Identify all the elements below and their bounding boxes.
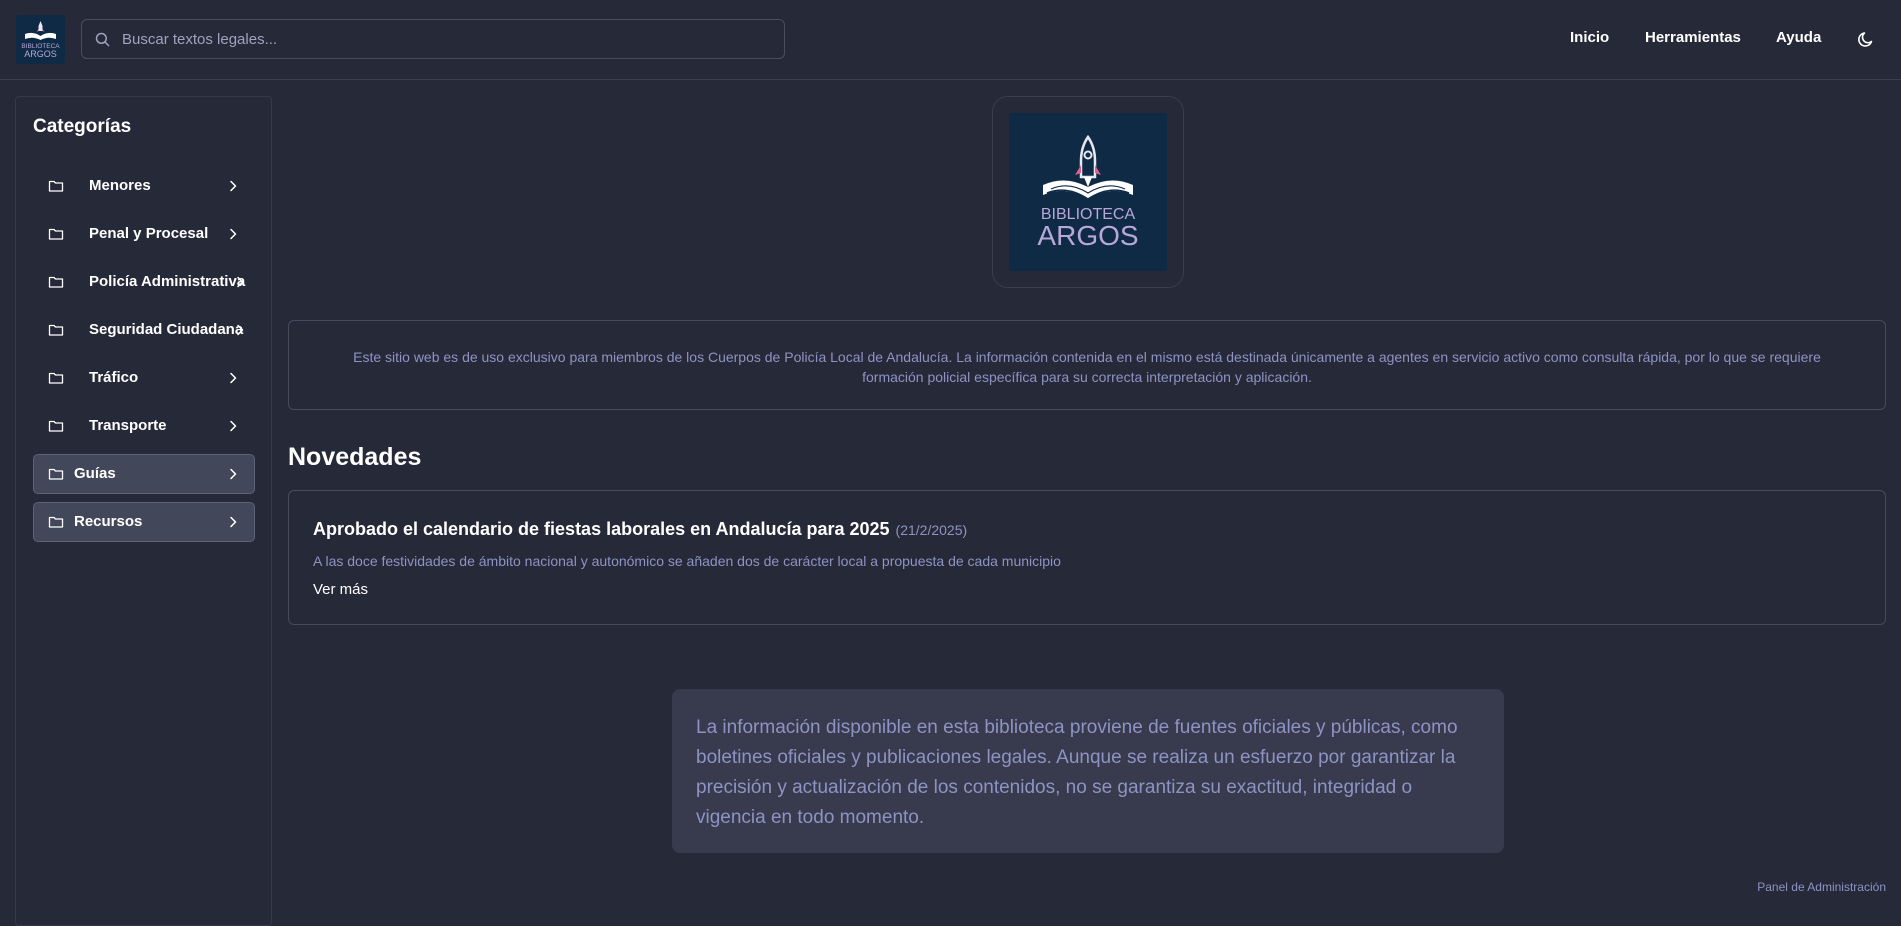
svg-text:ARGOS: ARGOS (1037, 220, 1138, 251)
folder-icon (48, 420, 64, 432)
folder-icon (48, 228, 64, 240)
nav-herramientas[interactable]: Herramientas (1645, 29, 1741, 46)
sidebar-item-label: Recursos (74, 513, 143, 530)
news-title: Aprobado el calendario de fiestas labora… (313, 519, 967, 540)
folder-icon (48, 468, 64, 480)
svg-text:ARGOS: ARGOS (24, 49, 57, 59)
chevron-right-icon (237, 276, 244, 288)
news-date: (21/2/2025) (895, 522, 968, 538)
disclaimer-box: La información disponible en esta biblio… (672, 689, 1504, 853)
chevron-right-icon (230, 516, 237, 528)
categories-sidebar: Categorías Menores Penal y Procesal Poli… (15, 96, 272, 926)
nav-inicio[interactable]: Inicio (1570, 29, 1609, 46)
sidebar-item-seguridad-ciudadana[interactable]: Seguridad Ciudadana (33, 310, 255, 350)
sidebar-item-menores[interactable]: Menores (33, 166, 255, 206)
sidebar-item-label: Tráfico (89, 369, 139, 386)
sidebar-item-label: Penal y Procesal (89, 225, 209, 242)
chevron-right-icon (230, 228, 237, 240)
news-summary: A las doce festividades de ámbito nacion… (313, 553, 1061, 569)
sidebar-title: Categorías (33, 116, 132, 137)
folder-icon (48, 180, 64, 192)
access-notice: Este sitio web es de uso exclusivo para … (288, 320, 1886, 410)
folder-icon (48, 516, 64, 528)
admin-panel-link[interactable]: Panel de Administración (1757, 880, 1886, 894)
chevron-right-icon (230, 372, 237, 384)
chevron-right-icon (237, 324, 244, 336)
nav-ayuda[interactable]: Ayuda (1776, 29, 1821, 46)
news-section-title: Novedades (288, 443, 422, 471)
search-icon (95, 32, 110, 47)
chevron-right-icon (230, 420, 237, 432)
sidebar-item-transporte[interactable]: Transporte (33, 406, 255, 446)
sidebar-item-label: Policía Administrativa (89, 273, 246, 290)
moon-icon[interactable] (1856, 29, 1876, 49)
search-input[interactable] (122, 20, 772, 58)
chevron-right-icon (230, 180, 237, 192)
sidebar-item-trafico[interactable]: Tráfico (33, 358, 255, 398)
sidebar-item-label: Seguridad Ciudadana (89, 321, 244, 338)
hero-logo-card: BIBLIOTECA ARGOS (992, 96, 1184, 288)
news-card: Aprobado el calendario de fiestas labora… (288, 490, 1886, 625)
news-read-more-link[interactable]: Ver más (313, 581, 368, 598)
chevron-right-icon (230, 468, 237, 480)
folder-icon (48, 324, 64, 336)
sidebar-item-label: Guías (74, 465, 116, 482)
biblioteca-argos-logo[interactable]: BIBLIOTECA ARGOS (16, 15, 65, 64)
sidebar-item-label: Menores (89, 177, 151, 194)
folder-icon (48, 276, 64, 288)
biblioteca-argos-hero-logo: BIBLIOTECA ARGOS (1009, 113, 1167, 271)
news-title-text: Aprobado el calendario de fiestas labora… (313, 519, 890, 539)
top-bar: BIBLIOTECA ARGOS Inicio Herramientas Ayu… (0, 0, 1901, 80)
search-box[interactable] (81, 19, 785, 59)
folder-icon (48, 372, 64, 384)
sidebar-item-guias[interactable]: Guías (33, 454, 255, 494)
sidebar-item-policia-administrativa[interactable]: Policía Administrativa (33, 262, 255, 302)
sidebar-item-label: Transporte (89, 417, 167, 434)
sidebar-item-penal-y-procesal[interactable]: Penal y Procesal (33, 214, 255, 254)
sidebar-item-recursos[interactable]: Recursos (33, 502, 255, 542)
